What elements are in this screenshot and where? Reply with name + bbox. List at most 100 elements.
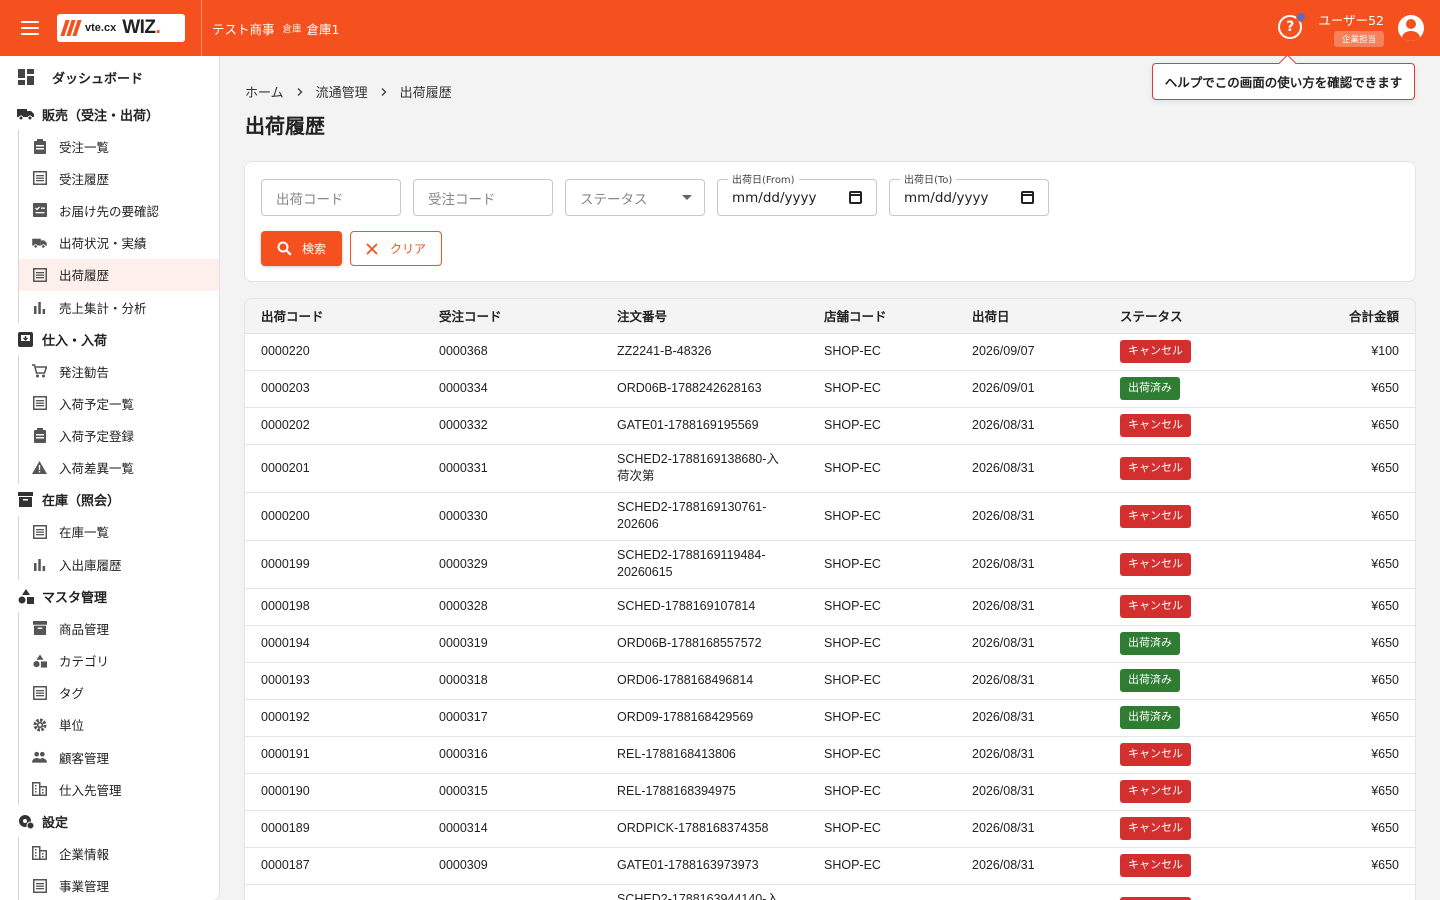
table-row[interactable]: 0000193 0000318 ORD06-1788168496814 SHOP-EC… xyxy=(245,662,1415,700)
sidebar-item-sales-analysis[interactable]: 売上集計・分析 xyxy=(19,291,219,323)
sidebar-item-order-recommend[interactable]: 発注勧告 xyxy=(19,355,219,387)
table-row[interactable]: 0000198 0000328 SCHED-1788169107814 SHOP-EC… xyxy=(245,588,1415,626)
table-row[interactable]: 0000200 0000330 SCHED2-1788169130761-20260… xyxy=(245,492,1415,541)
order-number-cell: ORD06-1788168496814 xyxy=(601,662,808,700)
sidebar-item-tags[interactable]: タグ xyxy=(19,677,219,709)
search-button[interactable]: 検索 xyxy=(261,231,342,266)
table-row[interactable]: 0000202 0000332 GATE01-1788169195569 SHOP-E… xyxy=(245,407,1415,445)
status-badge: キャンセル xyxy=(1120,595,1191,618)
table-row[interactable]: 0000199 0000329 SCHED2-1788169119484-20260… xyxy=(245,540,1415,589)
column-header-order-number[interactable]: 注文番号 xyxy=(601,299,808,334)
date-from-input[interactable]: 出荷日(From) mm/dd/yyyy xyxy=(717,171,877,216)
order-number-cell: GATE01-1788169195569 xyxy=(601,407,808,445)
order-code-input[interactable]: 受注コード xyxy=(413,179,553,216)
store-code-cell: SHOP-EC xyxy=(808,588,956,626)
status-cell: 出荷済み xyxy=(1104,699,1264,737)
sidebar-item-shipping-history[interactable]: 出荷履歴 xyxy=(19,258,219,291)
sidebar-item-arrival-list[interactable]: 入荷予定一覧 xyxy=(19,387,219,419)
order-number-cell: REL-1788168413806 xyxy=(601,736,808,774)
order-number-cell: ORD09-1788168429569 xyxy=(601,699,808,737)
total-amount-cell: ¥650 xyxy=(1264,810,1415,848)
clear-button[interactable]: クリア xyxy=(350,231,442,266)
column-header-ship-date[interactable]: 出荷日 xyxy=(956,299,1104,334)
table-row[interactable]: 0000189 0000314 ORDPICK-1788168374358 SHOP-… xyxy=(245,810,1415,848)
date-to-input[interactable]: 出荷日(To) mm/dd/yyyy xyxy=(889,171,1049,216)
table-row[interactable]: 0000220 0000368 ZZ2241-B-48326 SHOP-EC 2026/… xyxy=(245,333,1415,371)
sidebar-item-categories[interactable]: カテゴリ xyxy=(19,644,219,676)
table-row[interactable]: 0000191 0000316 REL-1788168413806 SHOP-EC 20… xyxy=(245,736,1415,774)
calendar-icon[interactable] xyxy=(1021,191,1034,204)
sidebar-item-company-info[interactable]: 企業情報 xyxy=(19,837,219,869)
total-amount-cell: ¥650 xyxy=(1264,625,1415,663)
column-header-store-code[interactable]: 店舗コード xyxy=(808,299,956,334)
menu-toggle-button[interactable] xyxy=(0,0,60,56)
sidebar-item-arrival-diff[interactable]: 入荷差異一覧 xyxy=(19,452,219,484)
ship-date-cell: 2026/09/07 xyxy=(956,333,1104,371)
sidebar-item-suppliers[interactable]: 仕入先管理 xyxy=(19,773,219,805)
table-row[interactable]: 0000194 0000319 ORD06B-1788168557572 SHOP-E… xyxy=(245,625,1415,663)
sidebar-group-sales[interactable]: 販売（受注・出荷） xyxy=(0,98,219,130)
warehouse-label: 倉庫 xyxy=(282,24,302,35)
sidebar-group-master[interactable]: マスタ管理 xyxy=(0,580,219,612)
sidebar-group-settings[interactable]: 設定 xyxy=(0,805,219,837)
breadcrumb-distribution[interactable]: 流通管理 xyxy=(316,82,368,101)
column-header-shipping-code[interactable]: 出荷コード xyxy=(245,299,423,334)
sidebar-item-delivery-check[interactable]: お届け先の要確認 xyxy=(19,194,219,226)
sidebar-group-purchase[interactable]: 仕入・入荷 xyxy=(0,323,219,355)
column-header-order-code[interactable]: 受注コード xyxy=(423,299,601,334)
table-row[interactable]: SCHED2-1788163944140-入荷キャンセル xyxy=(245,884,1415,900)
inbox-icon xyxy=(17,331,34,348)
truck-icon xyxy=(17,106,34,123)
status-cell: キャンセル xyxy=(1104,773,1264,811)
sidebar-group-inventory[interactable]: 在庫（照会） xyxy=(0,484,219,516)
app-logo[interactable]: vte.cx WIZ. xyxy=(57,14,185,42)
sidebar-item-business[interactable]: 事業管理 xyxy=(19,870,219,900)
shipping-code-cell: 0000198 xyxy=(245,588,423,626)
status-select[interactable]: ステータス xyxy=(565,179,705,216)
cart-icon xyxy=(32,364,47,379)
sidebar-item-stock-history[interactable]: 入出庫履歴 xyxy=(19,548,219,580)
table-row[interactable]: 0000192 0000317 ORD09-1788168429569 SHOP-EC… xyxy=(245,699,1415,737)
sidebar-sub-master: 商品管理 カテゴリ タグ 単位 顧客管理 仕入先管理 xyxy=(18,612,219,806)
sidebar-item-stock-list[interactable]: 在庫一覧 xyxy=(19,516,219,548)
sidebar-item-label: 単位 xyxy=(59,718,85,734)
column-header-status[interactable]: ステータス xyxy=(1104,299,1264,334)
sidebar-item-products[interactable]: 商品管理 xyxy=(19,612,219,644)
sidebar-item-dashboard[interactable]: ダッシュボード xyxy=(0,56,219,98)
sidebar-item-label: ダッシュボード xyxy=(52,71,144,87)
warehouse-name[interactable]: 倉庫1 xyxy=(307,19,340,38)
column-header-total[interactable]: 合計金額 xyxy=(1264,299,1415,334)
calendar-icon[interactable] xyxy=(849,191,862,204)
sidebar-sub-purchase: 発注勧告 入荷予定一覧 入荷予定登録 入荷差異一覧 xyxy=(18,355,219,484)
sidebar-item-order-history[interactable]: 受注履歴 xyxy=(19,162,219,194)
table-row[interactable]: 0000201 0000331 SCHED2-1788169138680-入荷次第 S… xyxy=(245,444,1415,493)
sidebar-item-shipping-status[interactable]: 出荷状況・実績 xyxy=(19,227,219,259)
sidebar-item-arrival-register[interactable]: 入荷予定登録 xyxy=(19,420,219,452)
sidebar-item-order-list[interactable]: 受注一覧 xyxy=(19,130,219,162)
account-avatar-icon[interactable] xyxy=(1398,15,1424,41)
status-badge: キャンセル xyxy=(1120,896,1191,900)
ship-date-cell: 2026/08/31 xyxy=(956,773,1104,811)
shapes-icon xyxy=(32,653,47,668)
total-amount-cell: ¥650 xyxy=(1264,773,1415,811)
page-title: 出荷履歴 xyxy=(245,114,325,138)
sidebar-item-label: お届け先の要確認 xyxy=(59,203,160,219)
sidebar-item-units[interactable]: 単位 xyxy=(19,709,219,741)
breadcrumb-home[interactable]: ホーム xyxy=(245,82,284,101)
user-info: ユーザー52 企業担当 xyxy=(1318,10,1384,47)
table-row[interactable]: 0000190 0000315 REL-1788168394975 SHOP-EC 20… xyxy=(245,773,1415,811)
shipping-code-input[interactable]: 出荷コード xyxy=(261,179,401,216)
status-badge: キャンセル xyxy=(1120,504,1191,528)
list-icon xyxy=(32,685,47,700)
sidebar-item-customers[interactable]: 顧客管理 xyxy=(19,741,219,773)
shipping-code-cell: 0000193 xyxy=(245,662,423,700)
table-row[interactable]: 0000203 0000334 ORD06B-1788242628163 SHOP-E… xyxy=(245,370,1415,408)
ship-date-cell: 2026/09/01 xyxy=(956,370,1104,408)
table-row[interactable]: 0000187 0000309 GATE01-1788163973973 SHOP-E… xyxy=(245,847,1415,885)
people-icon xyxy=(32,750,47,765)
order-number-cell: SCHED2-1788169119484-20260615 xyxy=(601,540,808,589)
total-amount-cell: ¥650 xyxy=(1264,370,1415,408)
status-badge: キャンセル xyxy=(1120,854,1191,877)
help-button[interactable]: ? xyxy=(1278,12,1307,41)
ship-date-cell: 2026/08/31 xyxy=(956,625,1104,663)
